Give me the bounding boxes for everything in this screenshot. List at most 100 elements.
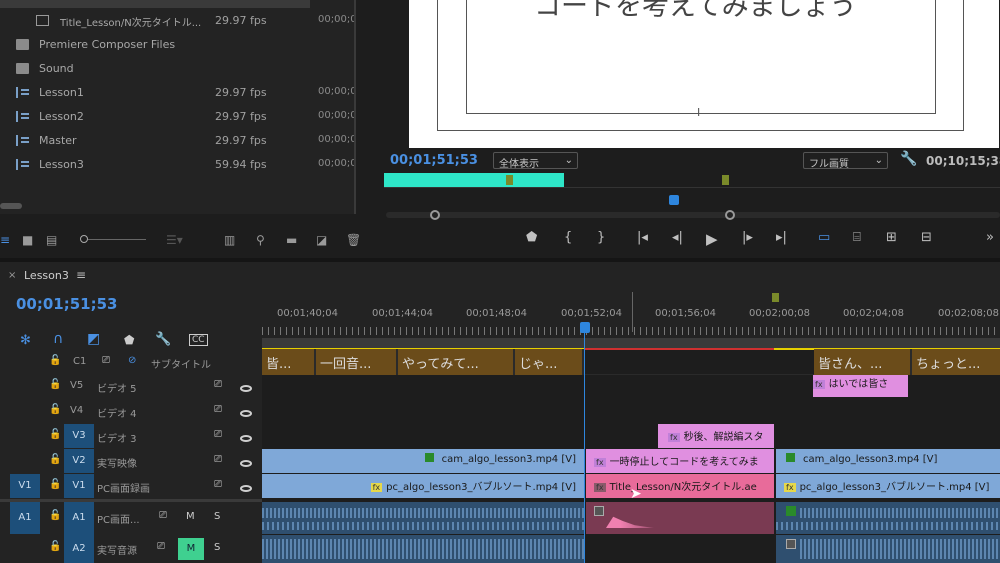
caption-clip[interactable]: じゃ... xyxy=(515,349,584,375)
audio-clip-a1-left[interactable] xyxy=(262,502,584,534)
eye-icon[interactable] xyxy=(240,482,252,495)
audio-clip-a2-left[interactable] xyxy=(262,535,584,563)
timeline-timecode[interactable]: 00;01;51;53 xyxy=(16,295,118,313)
mark-in-icon[interactable]: { xyxy=(564,230,572,245)
clip-v3-title[interactable]: fx 秒後、解説編スタ xyxy=(658,424,774,448)
mute-button-active[interactable]: M xyxy=(178,538,204,560)
eye-icon[interactable] xyxy=(240,457,252,470)
tab-menu-icon[interactable]: ≡ xyxy=(76,268,86,282)
mark-out-icon[interactable]: } xyxy=(597,230,605,245)
clip-v1-title-ae[interactable]: fx Title_Lesson/N次元タイトル.ae xyxy=(586,474,774,498)
caption-clip[interactable]: やってみて... xyxy=(398,349,515,375)
eye-icon[interactable] xyxy=(240,382,252,395)
track-target-v2[interactable]: V2 xyxy=(64,449,94,473)
scroll-handle-right[interactable] xyxy=(725,210,735,220)
snap-icon[interactable]: ∩ xyxy=(53,331,63,347)
clip-v5-title[interactable]: fx はいでは皆さ xyxy=(813,375,908,397)
safe-margins-icon[interactable]: ▭ xyxy=(818,230,830,245)
project-item-lesson2[interactable]: Lesson2 29.97 fps 00;00;0 xyxy=(0,105,354,129)
playhead-icon[interactable] xyxy=(669,195,679,205)
track-target-v1[interactable]: V1 xyxy=(64,474,94,498)
audio-clip-a1-right[interactable] xyxy=(776,502,1000,534)
caption-clip[interactable]: 皆さん、... xyxy=(814,349,912,375)
project-item-title[interactable]: Title_Lesson/N次元タイトル... 29.97 fps 00;00;… xyxy=(0,9,354,33)
sync-lock-icon[interactable]: ⎚ xyxy=(214,454,222,465)
step-back-icon[interactable]: ◂| xyxy=(672,230,683,245)
caption-clip[interactable]: 一回音... xyxy=(316,349,398,375)
timeline-playhead-icon[interactable] xyxy=(580,322,590,333)
linked-selection-icon[interactable]: ◩ xyxy=(87,331,100,347)
clip-v2-title[interactable]: fx 一時停止してコードを考えてみま xyxy=(586,449,774,473)
solo-button[interactable]: S xyxy=(214,542,220,553)
track-target-v3[interactable]: V3 xyxy=(64,424,94,448)
more-controls-icon[interactable]: » xyxy=(986,230,994,245)
time-ruler[interactable]: 00;01;40;04 00;01;44;04 00;01;48;04 00;0… xyxy=(262,293,1000,338)
audio-clip-a2-right[interactable] xyxy=(776,535,1000,563)
insert-icon[interactable]: ⊞ xyxy=(886,230,897,245)
eye-icon[interactable] xyxy=(240,432,252,445)
scroll-handle-left[interactable] xyxy=(430,210,440,220)
play-icon[interactable]: ▶ xyxy=(706,230,718,248)
sync-lock-icon[interactable]: ⎚ xyxy=(214,379,222,390)
project-item-lesson3[interactable]: Lesson3 59.94 fps 00;00;0 xyxy=(0,153,354,177)
step-forward-icon[interactable]: |▸ xyxy=(742,230,753,245)
lock-icon[interactable]: 🔓 xyxy=(49,510,61,521)
zoom-scrollbar[interactable] xyxy=(386,210,1000,220)
trash-icon[interactable]: 🗑 xyxy=(346,233,361,247)
lock-icon[interactable]: 🔓 xyxy=(49,355,61,366)
sync-lock-icon[interactable]: ⎚ xyxy=(214,479,222,490)
zoom-slider-track[interactable] xyxy=(88,239,146,240)
close-icon[interactable]: × xyxy=(8,270,16,281)
add-marker-icon[interactable]: ⬟ xyxy=(124,333,134,347)
wrench-icon[interactable]: 🔧 xyxy=(900,151,917,167)
list-view-icon[interactable]: ≡ xyxy=(0,233,10,247)
clip-v2-cam-right[interactable]: cam_algo_lesson3.mp4 [V] xyxy=(776,449,1000,473)
sync-lock-icon[interactable]: ⎚ xyxy=(214,429,222,440)
clip-v1-pc-left[interactable]: fx pc_algo_lesson3_バブルソート.mp4 [V] xyxy=(262,474,584,498)
program-timecode[interactable]: 00;01;51;53 xyxy=(390,153,478,168)
freeform-view-icon[interactable]: ▤ xyxy=(46,233,57,247)
fit-dropdown[interactable]: 全体表示 ⌄ xyxy=(493,152,578,170)
caption-clip[interactable]: 皆... xyxy=(262,349,316,375)
track-target-a1[interactable]: A1 xyxy=(64,502,94,534)
clip-v1-pc-right[interactable]: fx pc_algo_lesson3_バブルソート.mp4 [V] xyxy=(776,474,1000,498)
camera-icon[interactable]: ⌸ xyxy=(853,230,861,245)
search-icon[interactable]: ⚲ xyxy=(256,233,265,247)
track-target-a2[interactable]: A2 xyxy=(64,534,94,563)
captions-icon[interactable]: CC xyxy=(189,334,208,346)
lock-icon[interactable]: 🔓 xyxy=(49,454,61,465)
nest-icon[interactable]: ✻ xyxy=(20,333,31,348)
marker-icon[interactable] xyxy=(772,293,779,302)
lock-icon[interactable]: 🔓 xyxy=(49,379,61,390)
add-marker-icon[interactable]: ⬟ xyxy=(526,230,537,245)
sync-lock-icon[interactable]: ⎚ xyxy=(157,541,165,552)
overwrite-icon[interactable]: ⊟ xyxy=(921,230,932,245)
zoom-slider-handle[interactable] xyxy=(80,235,88,243)
new-bin-icon[interactable]: ▬ xyxy=(286,233,297,247)
sort-icon[interactable]: ☰▾ xyxy=(166,233,183,247)
new-item-icon[interactable]: ◪ xyxy=(316,233,327,247)
lock-icon[interactable]: 🔓 xyxy=(49,429,61,440)
audio-clip-a1-title[interactable] xyxy=(586,502,774,534)
wrench-icon[interactable]: 🔧 xyxy=(155,332,171,347)
timeline-tab[interactable]: Lesson3 xyxy=(24,269,69,282)
lock-icon[interactable]: 🔓 xyxy=(49,404,61,415)
mute-button[interactable]: M xyxy=(186,511,195,522)
eye-icon[interactable] xyxy=(240,407,252,420)
project-item-lesson1[interactable]: Lesson1 29.97 fps 00;00;0 xyxy=(0,81,354,105)
lock-icon[interactable]: 🔓 xyxy=(49,541,61,552)
go-to-in-icon[interactable]: |◂ xyxy=(637,230,648,245)
horizontal-scrollbar[interactable] xyxy=(0,203,22,209)
icon-view-icon[interactable]: ■ xyxy=(22,233,33,247)
project-item-composer[interactable]: Premiere Composer Files xyxy=(0,33,354,57)
automate-icon[interactable]: ▥ xyxy=(224,233,235,247)
caption-clip[interactable]: ちょっと... xyxy=(912,349,1000,375)
timeline-playhead-line[interactable] xyxy=(584,332,585,563)
source-patch-a1[interactable]: A1 xyxy=(10,502,40,534)
go-to-out-icon[interactable]: ▸| xyxy=(776,230,787,245)
sync-lock-icon[interactable]: ⎚ xyxy=(159,510,167,521)
clip-v2-cam-left[interactable]: cam_algo_lesson3.mp4 [V] xyxy=(262,449,584,473)
hidden-eye-icon[interactable]: ⊘ xyxy=(128,355,136,366)
project-item-sound[interactable]: Sound xyxy=(0,57,354,81)
quality-dropdown[interactable]: フル画質 ⌄ xyxy=(803,152,888,170)
